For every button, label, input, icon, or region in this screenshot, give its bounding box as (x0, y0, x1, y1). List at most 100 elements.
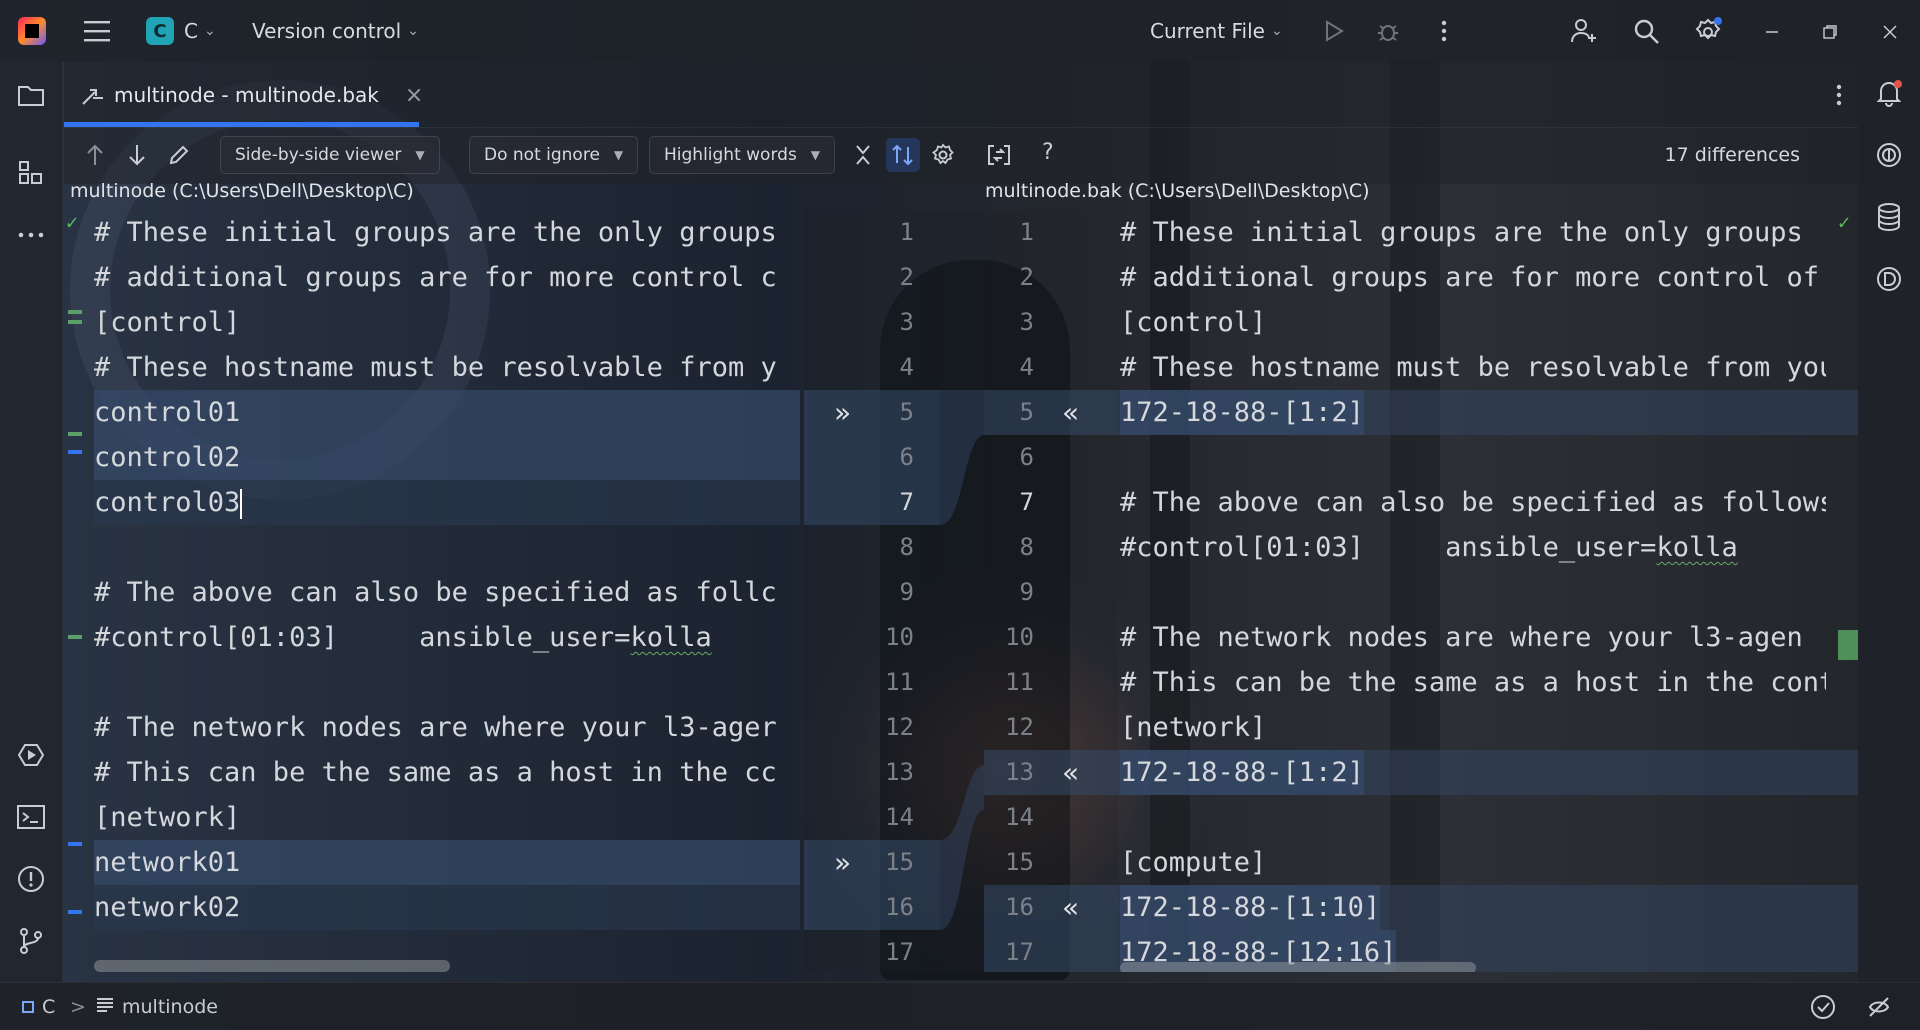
close-window-icon[interactable] (1878, 20, 1902, 44)
left-line-number: 10 (885, 623, 914, 651)
settings-gear-icon[interactable] (1692, 15, 1724, 47)
left-line-number: 17 (885, 938, 914, 966)
left-code-text: #control[01:03] ansible_user= (94, 622, 631, 653)
left-code-line: # These initial groups are the only grou… (94, 217, 777, 248)
more-vertical-icon[interactable] (1430, 17, 1458, 45)
apply-right-arrow-icon[interactable]: » (834, 846, 851, 879)
main-menu-icon[interactable] (82, 16, 112, 46)
left-editor-pane[interactable]: ✓ # These initial groups are the only gr… (64, 210, 804, 972)
left-line-number: 14 (885, 803, 914, 831)
edit-pencil-icon[interactable] (166, 142, 192, 168)
breadcrumb-project[interactable]: C (22, 983, 55, 1030)
inspection-status-icon[interactable] (1810, 983, 1836, 1030)
apply-left-arrow-icon[interactable]: « (1062, 756, 1079, 789)
collapse-unchanged-icon[interactable] (850, 142, 876, 168)
app-logo-icon[interactable] (18, 17, 46, 45)
power-save-icon[interactable] (1866, 983, 1892, 1030)
viewer-dropdown-label: Side-by-side viewer (235, 145, 402, 165)
more-tools-icon[interactable] (16, 220, 46, 250)
sync-scroll-icon[interactable] (886, 138, 920, 172)
add-user-icon[interactable] (1568, 15, 1600, 47)
problems-icon[interactable] (16, 864, 46, 894)
vcs-selector[interactable]: Version control ⌄ (252, 19, 419, 43)
left-code-line: [network] (94, 802, 241, 833)
apply-right-arrow-icon[interactable]: » (834, 396, 851, 429)
database-icon[interactable] (1874, 202, 1904, 232)
git-branch-icon[interactable] (16, 926, 46, 956)
right-line-number: 8 (1019, 533, 1034, 561)
gutter-marker (68, 910, 82, 914)
debug-icon[interactable] (1374, 17, 1402, 45)
help-button[interactable]: ? (1042, 140, 1054, 165)
right-line-number: 10 (1005, 623, 1034, 651)
structure-icon[interactable] (16, 158, 46, 188)
folder-icon[interactable] (16, 80, 46, 110)
right-editor-pane[interactable]: # These initial groups are the only grou… (1118, 210, 1858, 972)
highlight-dropdown[interactable]: Highlight words ▼ (649, 136, 836, 174)
tab-diff[interactable]: multinode - multinode.bak × (80, 62, 423, 128)
tab-options-icon[interactable] (1824, 80, 1854, 110)
left-code-line (94, 525, 800, 570)
right-line-number: 2 (1019, 263, 1034, 291)
left-line-number: 2 (899, 263, 914, 291)
minimize-icon[interactable] (1760, 20, 1784, 44)
left-code-line: #control[01:03] ansible_user=kolla (94, 615, 800, 660)
left-line-number: 13 (885, 758, 914, 786)
right-code-line-changed: 172-18-88-[1:10] (1120, 885, 1381, 930)
text-file-icon (96, 996, 114, 1018)
project-name: C (184, 19, 198, 43)
gutter-marker (68, 635, 82, 639)
restore-icon[interactable] (1818, 20, 1842, 44)
left-horizontal-scrollbar[interactable] (94, 960, 450, 972)
run-icon[interactable] (1320, 17, 1348, 45)
left-code-line: # The above can also be specified as fol… (94, 577, 777, 608)
swap-sides-icon[interactable] (986, 142, 1012, 168)
run-config-label: Current File (1150, 19, 1265, 43)
notifications-bell-icon[interactable] (1874, 78, 1904, 108)
left-code-line-changed: control03 (94, 480, 800, 525)
right-code-line: # The above can also be specified as fol… (1120, 487, 1826, 518)
left-file-path: multinode (C:\Users\Dell\Desktop\C) (70, 180, 414, 202)
project-selector[interactable]: C C ⌄ (146, 17, 216, 45)
ai-assistant-icon[interactable] (1874, 140, 1904, 170)
left-tool-strip (0, 62, 62, 982)
services-icon[interactable] (16, 740, 46, 770)
apply-left-arrow-icon[interactable]: « (1062, 396, 1079, 429)
diff-toolbar: Side-by-side viewer ▼ Do not ignore ▼ High… (64, 128, 1858, 184)
search-icon[interactable] (1630, 15, 1662, 47)
right-line-number: 11 (1005, 668, 1034, 696)
right-tool-strip (1858, 62, 1920, 982)
left-line-number: 4 (899, 353, 914, 381)
right-line-number: 3 (1019, 308, 1034, 336)
ignore-dropdown-label: Do not ignore (484, 145, 600, 165)
left-line-number: 9 (899, 578, 914, 606)
chevron-down-icon: ⌄ (1270, 23, 1283, 39)
diff-icon (80, 84, 106, 106)
left-code-line-changed: network02 (94, 885, 800, 930)
close-tab-icon[interactable]: × (405, 83, 423, 108)
diff-settings-gear-icon[interactable] (930, 142, 956, 168)
gutter-marker (68, 320, 82, 324)
right-code-line (1120, 795, 1826, 840)
documentation-icon[interactable] (1874, 264, 1904, 294)
right-code-text: #control[01:03] ansible_user= (1120, 532, 1657, 563)
viewer-dropdown[interactable]: Side-by-side viewer ▼ (220, 136, 440, 174)
right-horizontal-scrollbar[interactable] (1120, 962, 1476, 972)
right-line-number: 15 (1005, 848, 1034, 876)
next-difference-icon[interactable] (124, 142, 150, 168)
title-bar: C C ⌄ Version control ⌄ Current File ⌄ (0, 0, 1920, 62)
dropdown-arrow-icon: ▼ (613, 148, 624, 162)
highlight-dropdown-label: Highlight words (664, 145, 797, 165)
right-line-number: 6 (1019, 443, 1034, 471)
status-bar: C > multinode (0, 982, 1920, 1030)
dropdown-arrow-icon: ▼ (415, 148, 425, 162)
right-line-number: 14 (1005, 803, 1034, 831)
right-code-line-changed: 172-18-88-[1:2] (1120, 750, 1364, 795)
right-code-line: [compute] (1120, 847, 1267, 878)
breadcrumb-file[interactable]: multinode (96, 983, 218, 1030)
apply-left-arrow-icon[interactable]: « (1062, 891, 1079, 924)
run-config-selector[interactable]: Current File ⌄ (1150, 19, 1283, 43)
terminal-icon[interactable] (16, 802, 46, 832)
previous-difference-icon[interactable] (82, 142, 108, 168)
ignore-dropdown[interactable]: Do not ignore ▼ (469, 136, 639, 174)
